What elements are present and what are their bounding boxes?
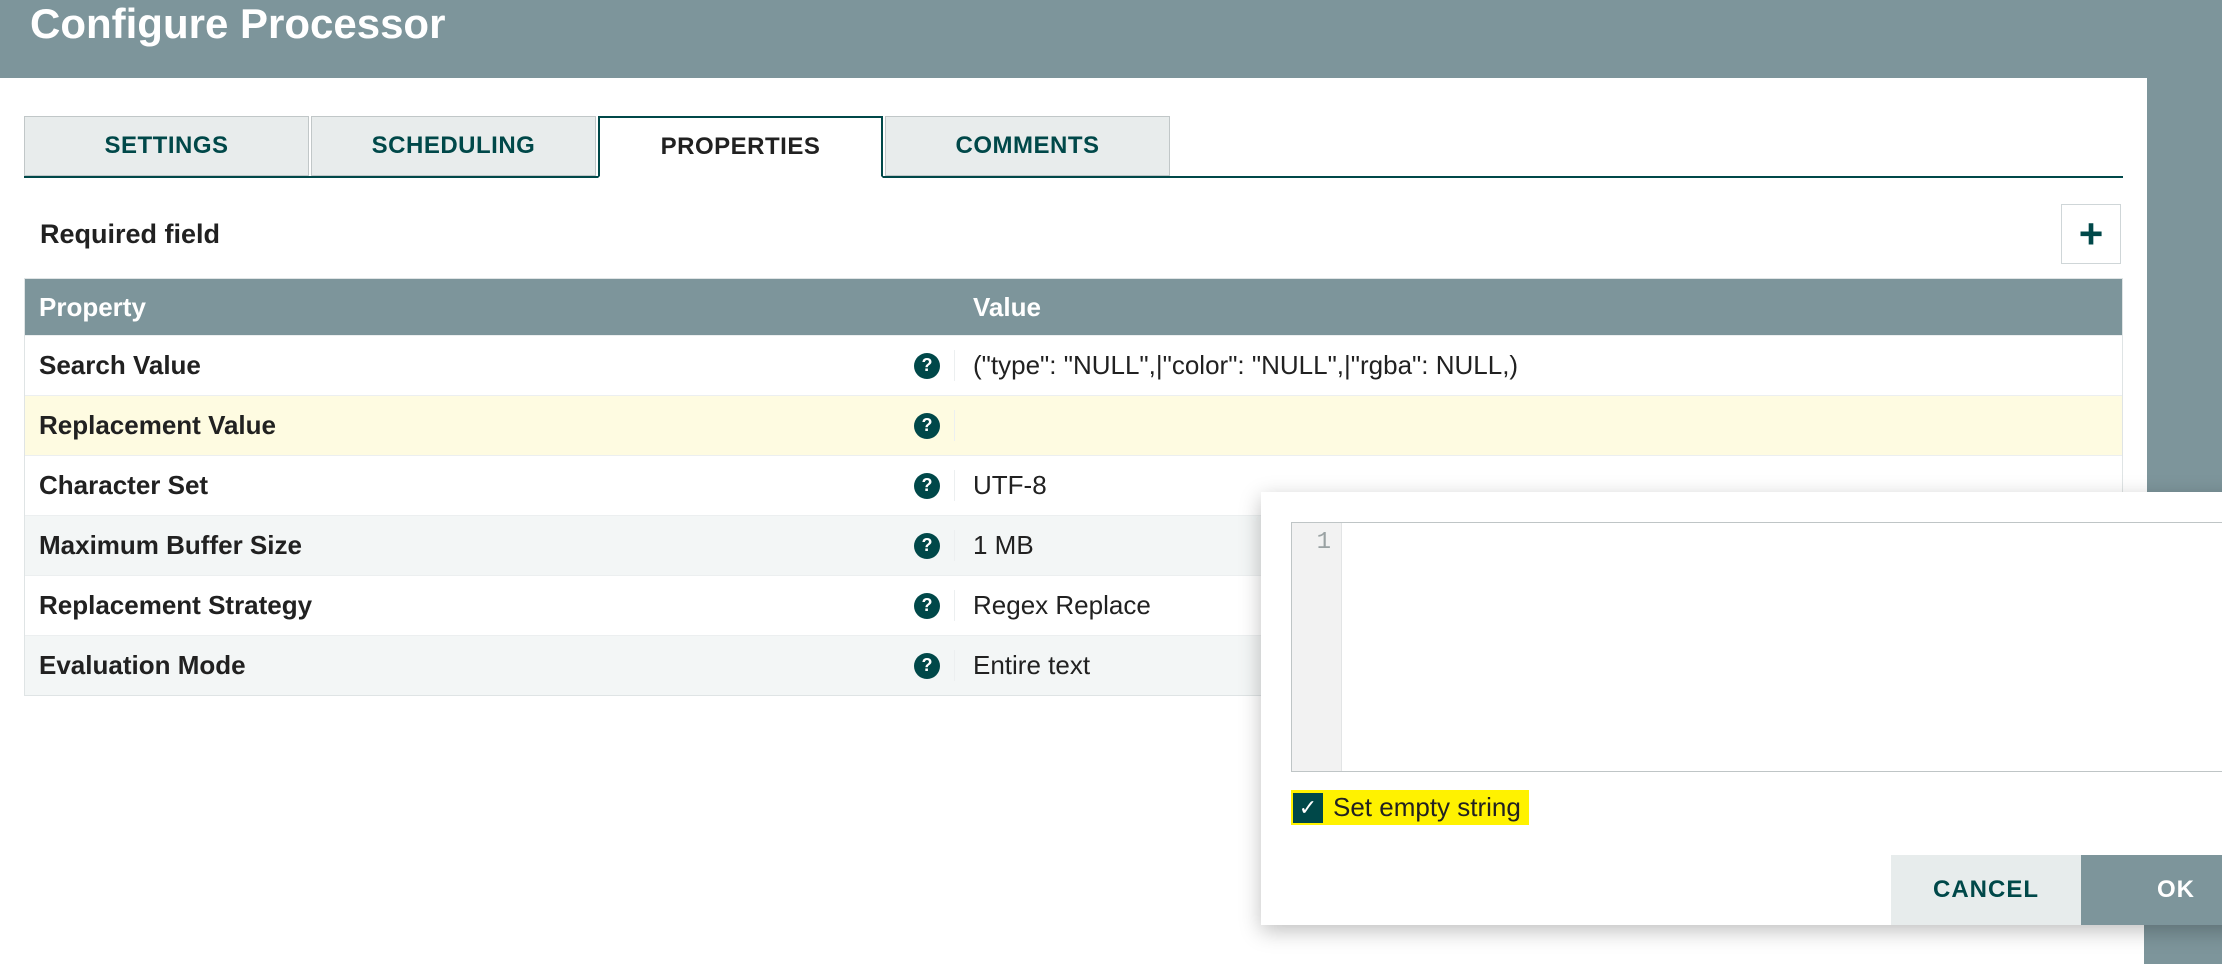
property-value[interactable]: ("type": "NULL",|"color": "NULL",|"rgba"… [955, 350, 2122, 381]
empty-string-row: ✓ Set empty string [1291, 790, 1529, 825]
value-editor-textarea[interactable] [1342, 523, 2222, 771]
popup-buttons: CANCEL OK [1261, 855, 2222, 925]
header-property: Property [25, 292, 955, 323]
tab-settings[interactable]: SETTINGS [24, 116, 309, 176]
header-value: Value [955, 292, 2122, 323]
help-icon[interactable]: ? [914, 473, 940, 499]
check-icon: ✓ [1299, 795, 1317, 821]
required-row: Required field + [26, 204, 2121, 264]
cancel-button[interactable]: CANCEL [1891, 855, 2081, 925]
property-name: Replacement Value [39, 410, 276, 441]
editor-box: 1 [1291, 522, 2222, 772]
dialog-title: Configure Processor [30, 0, 2117, 48]
help-icon[interactable]: ? [914, 413, 940, 439]
property-name: Evaluation Mode [39, 650, 246, 681]
empty-string-checkbox[interactable]: ✓ [1293, 793, 1323, 823]
property-name: Maximum Buffer Size [39, 530, 302, 561]
help-icon[interactable]: ? [914, 653, 940, 679]
property-name: Character Set [39, 470, 208, 501]
tab-comments[interactable]: COMMENTS [885, 116, 1170, 176]
property-name: Search Value [39, 350, 201, 381]
required-label: Required field [26, 219, 220, 250]
ok-button[interactable]: OK [2081, 855, 2222, 925]
tab-properties[interactable]: PROPERTIES [598, 116, 883, 178]
dialog-header: Configure Processor [0, 0, 2147, 78]
tab-scheduling[interactable]: SCHEDULING [311, 116, 596, 176]
empty-string-label: Set empty string [1333, 792, 1521, 823]
property-name: Replacement Strategy [39, 590, 312, 621]
help-icon[interactable]: ? [914, 593, 940, 619]
help-icon[interactable]: ? [914, 353, 940, 379]
table-row[interactable]: Search Value ? ("type": "NULL",|"color":… [25, 335, 2122, 395]
add-property-button[interactable]: + [2061, 204, 2121, 264]
tabs: SETTINGS SCHEDULING PROPERTIES COMMENTS [24, 116, 2123, 178]
table-header: Property Value [25, 279, 2122, 335]
value-editor-popup: 1 ✓ Set empty string CANCEL OK [1261, 492, 2222, 925]
editor-gutter: 1 [1292, 523, 1342, 771]
table-row[interactable]: Replacement Value ? [25, 395, 2122, 455]
help-icon[interactable]: ? [914, 533, 940, 559]
plus-icon: + [2079, 210, 2104, 258]
